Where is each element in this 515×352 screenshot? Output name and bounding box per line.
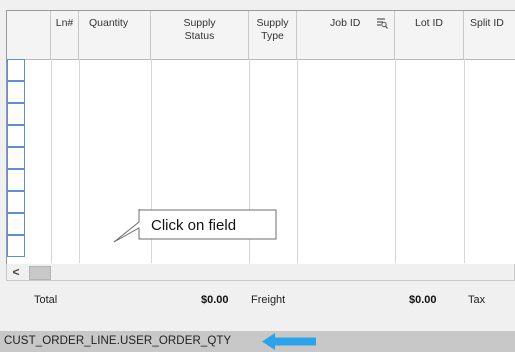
row-selector[interactable] bbox=[7, 125, 25, 147]
header-lot-id-label: Lot ID bbox=[414, 17, 443, 29]
grid-body bbox=[7, 59, 515, 263]
header-ln[interactable]: Ln# bbox=[51, 11, 79, 59]
callout-text: Click on field bbox=[151, 217, 237, 234]
column-divider bbox=[51, 59, 52, 263]
header-quantity-label: Quantity bbox=[89, 17, 129, 29]
freight-label: Freight bbox=[251, 294, 286, 306]
header-quantity[interactable]: Quantity bbox=[79, 11, 151, 59]
row-selector[interactable] bbox=[7, 235, 25, 257]
status-bar: CUST_ORDER_LINE.USER_ORDER_QTY bbox=[0, 331, 515, 352]
row-selector[interactable] bbox=[7, 147, 25, 169]
column-divider bbox=[297, 59, 298, 263]
freight-amount: $0.00 bbox=[409, 294, 437, 306]
row-selector[interactable] bbox=[7, 59, 25, 81]
row-selector[interactable] bbox=[7, 213, 25, 235]
tax-label: Tax bbox=[468, 294, 486, 306]
row-selector[interactable] bbox=[7, 81, 25, 103]
header-row-selector[interactable] bbox=[7, 11, 51, 59]
horizontal-scrollbar[interactable]: < bbox=[6, 264, 515, 281]
total-amount: $0.00 bbox=[201, 294, 229, 306]
totals-bar: Total $0.00 Freight $0.00 Tax bbox=[0, 290, 515, 310]
column-filter-icon[interactable] bbox=[377, 18, 388, 29]
total-label: Total bbox=[34, 294, 58, 306]
header-lot-id[interactable]: Lot ID bbox=[395, 11, 464, 59]
row-selector[interactable] bbox=[7, 191, 25, 213]
column-divider bbox=[249, 59, 250, 263]
column-divider bbox=[79, 59, 80, 263]
column-divider bbox=[464, 59, 465, 263]
row-selector[interactable] bbox=[7, 103, 25, 125]
header-supply-type[interactable]: Supply Type bbox=[249, 11, 297, 59]
header-supply-type-label: Supply Type bbox=[256, 17, 289, 42]
scroll-thumb[interactable] bbox=[29, 266, 51, 280]
left-arrow-icon bbox=[262, 333, 316, 350]
column-divider bbox=[395, 59, 396, 263]
header-ln-label: Ln# bbox=[55, 17, 74, 29]
header-split-id-label: Split ID bbox=[470, 17, 504, 29]
order-lines-grid: Ln# Quantity Supply Status Supply Type J… bbox=[6, 10, 515, 266]
header-job-id[interactable]: Job ID bbox=[297, 11, 395, 59]
scroll-left-arrow-icon[interactable]: < bbox=[9, 264, 23, 280]
row-selector[interactable] bbox=[7, 169, 25, 191]
header-supply-status-label: Supply Status bbox=[183, 17, 216, 42]
grid-header: Ln# Quantity Supply Status Supply Type J… bbox=[7, 11, 515, 60]
header-supply-status[interactable]: Supply Status bbox=[151, 11, 249, 59]
status-field-path: CUST_ORDER_LINE.USER_ORDER_QTY bbox=[4, 335, 232, 347]
header-split-id[interactable]: Split ID bbox=[464, 11, 515, 59]
header-job-id-label: Job ID bbox=[330, 17, 361, 29]
